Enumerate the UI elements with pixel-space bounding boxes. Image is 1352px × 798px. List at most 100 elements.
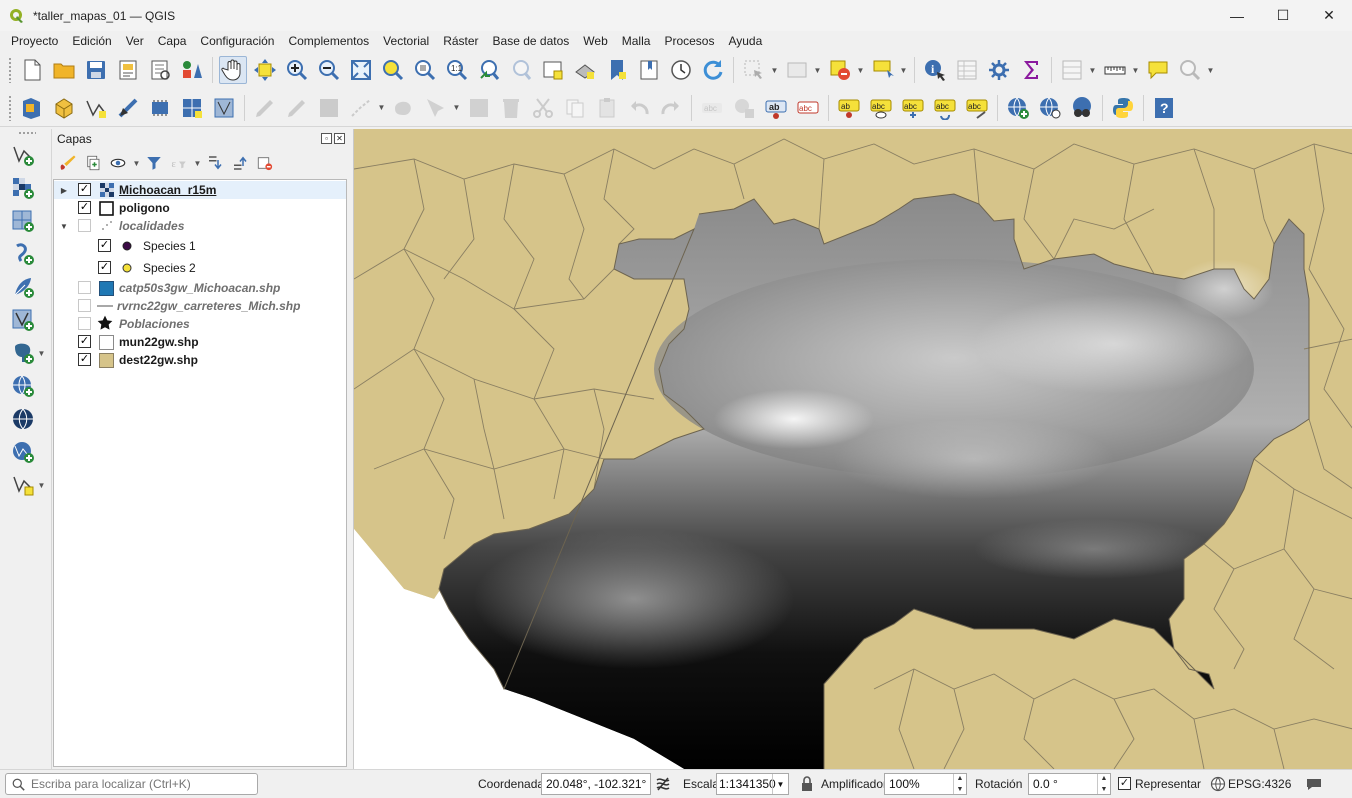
redo-button[interactable] bbox=[657, 94, 685, 122]
data-source-manager-button[interactable] bbox=[18, 94, 46, 122]
measure-line-button[interactable] bbox=[1101, 56, 1129, 84]
collapse-arrow-icon[interactable]: ▼ bbox=[59, 221, 69, 231]
locator-zoom-button[interactable] bbox=[1176, 56, 1204, 84]
digitize-button[interactable] bbox=[347, 94, 375, 122]
deselect-all-button[interactable] bbox=[826, 56, 854, 84]
layer-row-catp50s3gw[interactable]: catp50s3gw_Michoacan.shp bbox=[54, 279, 346, 297]
paste-features-button[interactable] bbox=[593, 94, 621, 122]
new-shapefile-layer-button[interactable] bbox=[82, 94, 110, 122]
style-manager-button[interactable] bbox=[178, 56, 206, 84]
select-features-button[interactable] bbox=[740, 56, 768, 84]
pan-map-button[interactable] bbox=[219, 56, 247, 84]
new-3d-view-button[interactable] bbox=[571, 56, 599, 84]
help-button[interactable]: ? bbox=[1150, 94, 1178, 122]
deselect-dropdown[interactable]: ▼ bbox=[856, 56, 865, 84]
field-calculator-button[interactable] bbox=[1058, 56, 1086, 84]
undo-button[interactable] bbox=[625, 94, 653, 122]
open-project-button[interactable] bbox=[50, 56, 78, 84]
spatial-bookmark-button[interactable] bbox=[603, 56, 631, 84]
select-by-value-button[interactable] bbox=[783, 56, 811, 84]
menu-edicion[interactable]: Edición bbox=[65, 34, 118, 48]
collapse-all-button[interactable] bbox=[229, 152, 251, 174]
layer-row-poblaciones[interactable]: Poblaciones bbox=[54, 315, 346, 333]
new-project-button[interactable] bbox=[18, 56, 46, 84]
menu-capa[interactable]: Capa bbox=[151, 34, 194, 48]
minimize-button[interactable]: — bbox=[1214, 0, 1260, 31]
legend-item-checkbox[interactable]: ✓ bbox=[98, 239, 111, 252]
close-button[interactable]: ✕ bbox=[1306, 0, 1352, 31]
messages-icon[interactable] bbox=[1305, 775, 1323, 793]
map-canvas[interactable] bbox=[353, 129, 1352, 769]
show-hide-labels-button[interactable]: abc bbox=[867, 94, 895, 122]
layer-row-rvrnc22gw[interactable]: rvrnc22gw_carreteres_Mich.shp bbox=[54, 297, 346, 315]
filter-expression-dropdown[interactable]: ▼ bbox=[193, 152, 202, 174]
zoom-in-button[interactable] bbox=[283, 56, 311, 84]
current-edits-button[interactable] bbox=[251, 94, 279, 122]
layer-visibility-checkbox[interactable] bbox=[78, 219, 91, 232]
menu-base-de-datos[interactable]: Base de datos bbox=[486, 34, 577, 48]
menu-raster[interactable]: Ráster bbox=[436, 34, 485, 48]
expand-arrow-icon[interactable]: ▶ bbox=[59, 185, 69, 195]
menu-configuracion[interactable]: Configuración bbox=[193, 34, 281, 48]
rotate-label-button[interactable]: abc bbox=[931, 94, 959, 122]
locator-input[interactable] bbox=[31, 777, 251, 791]
layer-row-dest22gw[interactable]: ✓ dest22gw.shp bbox=[54, 351, 346, 369]
legend-item-checkbox[interactable]: ✓ bbox=[98, 261, 111, 274]
magnifier-spin-buttons[interactable]: ▲ ▼ bbox=[953, 774, 966, 794]
add-wms-layer-button[interactable] bbox=[1004, 94, 1032, 122]
label-toolbar-button[interactable]: abc bbox=[698, 94, 726, 122]
menu-ver[interactable]: Ver bbox=[119, 34, 151, 48]
expand-all-button[interactable] bbox=[204, 152, 226, 174]
layer-visibility-checkbox[interactable] bbox=[78, 299, 91, 312]
remove-layer-button[interactable] bbox=[254, 152, 276, 174]
menu-web[interactable]: Web bbox=[576, 34, 614, 48]
digitize-dropdown[interactable]: ▼ bbox=[377, 94, 386, 122]
new-map-view-button[interactable] bbox=[539, 56, 567, 84]
themes-dropdown[interactable]: ▼ bbox=[132, 152, 141, 174]
layer-visibility-checkbox[interactable]: ✓ bbox=[78, 183, 91, 196]
add-spatialite-button[interactable] bbox=[9, 273, 37, 301]
measure-dropdown[interactable]: ▼ bbox=[1131, 56, 1140, 84]
scale-combobox[interactable]: 1:1341350 ▼ bbox=[716, 773, 789, 795]
select-by-value-dropdown[interactable]: ▼ bbox=[813, 56, 822, 84]
show-bookmarks-button[interactable] bbox=[635, 56, 663, 84]
add-vector-layer-button[interactable] bbox=[9, 141, 37, 169]
layer-labeling-button[interactable]: ab bbox=[762, 94, 790, 122]
new-geopackage-layer-button[interactable] bbox=[50, 94, 78, 122]
add-delimited-text-button[interactable] bbox=[9, 240, 37, 268]
menu-vectorial[interactable]: Vectorial bbox=[376, 34, 436, 48]
layer-row-mun22gw[interactable]: ✓ mun22gw.shp bbox=[54, 333, 346, 351]
layer-visibility-checkbox[interactable] bbox=[78, 317, 91, 330]
pan-to-selection-button[interactable] bbox=[251, 56, 279, 84]
menu-malla[interactable]: Malla bbox=[615, 34, 658, 48]
delete-selected-button[interactable] bbox=[497, 94, 525, 122]
add-database-dropdown[interactable]: ▼ bbox=[37, 339, 46, 367]
layer-row-michoacan-r15m[interactable]: ▶ ✓ Michoacan_r15m bbox=[54, 181, 346, 199]
menu-ayuda[interactable]: Ayuda bbox=[721, 34, 769, 48]
new-temporary-layer-button[interactable] bbox=[114, 94, 142, 122]
vertex-tool-dropdown[interactable]: ▼ bbox=[452, 94, 461, 122]
toolbar-grip[interactable] bbox=[8, 57, 12, 83]
zoom-to-layer-button[interactable] bbox=[411, 56, 439, 84]
add-mesh-layer-button[interactable] bbox=[9, 207, 37, 235]
metasearch-button[interactable] bbox=[1068, 94, 1096, 122]
open-attribute-table-button[interactable] bbox=[953, 56, 981, 84]
filter-expression-button[interactable]: ε bbox=[168, 152, 190, 174]
add-wfs-layer-button[interactable] bbox=[1036, 94, 1064, 122]
move-label-button[interactable]: abc bbox=[899, 94, 927, 122]
add-virtual-layer-button[interactable] bbox=[9, 306, 37, 334]
legend-row-species-2[interactable]: ✓ Species 2 bbox=[54, 257, 346, 279]
add-postgis-layer-button[interactable] bbox=[9, 339, 37, 367]
map-tips-button[interactable] bbox=[1144, 56, 1172, 84]
zoom-out-button[interactable] bbox=[315, 56, 343, 84]
new-virtual-layer-button[interactable] bbox=[178, 94, 206, 122]
layer-visibility-checkbox[interactable]: ✓ bbox=[78, 353, 91, 366]
new-vector-layer-button[interactable] bbox=[9, 471, 37, 499]
menu-complementos[interactable]: Complementos bbox=[281, 34, 376, 48]
statistical-summary-button[interactable] bbox=[1017, 56, 1045, 84]
vertex-tool-button[interactable] bbox=[422, 94, 450, 122]
select-location-button[interactable] bbox=[869, 56, 897, 84]
filter-legend-button[interactable] bbox=[143, 152, 165, 174]
new-layer-dropdown[interactable]: ▼ bbox=[37, 471, 46, 499]
new-spatialite-layer-button[interactable] bbox=[146, 94, 174, 122]
